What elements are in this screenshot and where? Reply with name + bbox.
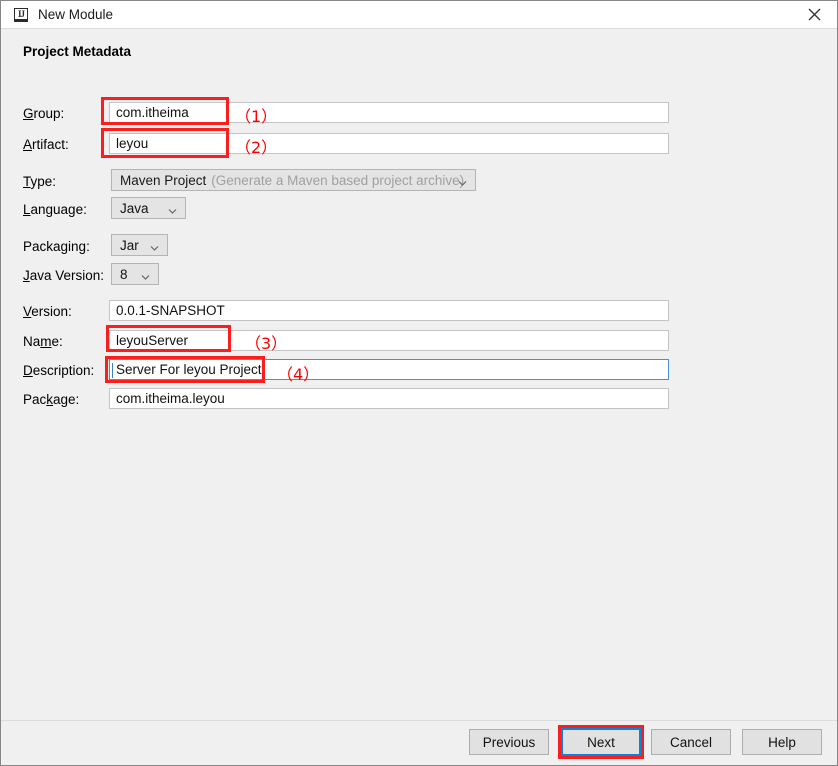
java-version-combo-value: 8	[120, 266, 128, 282]
page-title: Project Metadata	[23, 44, 132, 59]
packaging-combo[interactable]: Jar	[111, 234, 168, 256]
group-input[interactable]: com.itheima	[109, 102, 669, 123]
text-caret	[112, 363, 113, 378]
name-input[interactable]: leyouServer	[109, 330, 669, 351]
label-packaging: Packaging:	[23, 239, 90, 254]
type-combo-value: Maven Project	[120, 172, 207, 188]
close-icon[interactable]	[791, 1, 837, 28]
artifact-input[interactable]: leyou	[109, 133, 669, 154]
type-combo-hint: (Generate a Maven based project archive)	[211, 172, 465, 188]
packaging-combo-value: Jar	[120, 237, 139, 253]
previous-button[interactable]: Previous	[469, 729, 549, 755]
annotation-label-3: （3）	[245, 334, 288, 353]
package-input[interactable]: com.itheima.leyou	[109, 388, 669, 409]
dialog-footer: Previous Next Cancel Help	[1, 720, 837, 765]
version-input[interactable]: 0.0.1-SNAPSHOT	[109, 300, 669, 321]
label-version: Version:	[23, 304, 72, 319]
window-title: New Module	[38, 7, 114, 22]
title-bar: IJ New Module	[1, 1, 837, 28]
label-description: Description:	[23, 363, 95, 378]
annotation-label-2: （2）	[235, 138, 278, 157]
chevron-down-icon	[150, 241, 159, 251]
next-button[interactable]: Next	[562, 729, 640, 755]
language-combo[interactable]: Java	[111, 197, 186, 219]
description-input-value: Server For leyou Project	[116, 362, 262, 377]
chevron-down-icon	[141, 270, 150, 280]
label-group: Group:	[23, 106, 65, 121]
description-input[interactable]: Server For leyou Project	[109, 359, 669, 380]
cancel-button[interactable]: Cancel	[651, 729, 731, 755]
new-module-dialog: IJ New Module Project Metadata Group: co…	[0, 0, 838, 766]
chevron-down-icon	[168, 204, 177, 214]
label-java-version: Java Version:	[23, 268, 105, 283]
help-button[interactable]: Help	[742, 729, 822, 755]
label-language: Language:	[23, 202, 87, 217]
annotation-label-4: （4）	[277, 365, 320, 384]
label-type: Type:	[23, 174, 57, 189]
intellij-idea-icon: IJ	[13, 7, 29, 23]
label-artifact: Artifact:	[23, 137, 69, 152]
annotation-label-1: （1）	[235, 107, 278, 126]
dialog-content: Project Metadata Group: com.itheima Arti…	[1, 28, 837, 765]
language-combo-value: Java	[120, 200, 149, 216]
type-combo[interactable]: Maven Project (Generate a Maven based pr…	[111, 169, 476, 191]
label-package: Package:	[23, 392, 80, 407]
chevron-down-icon	[458, 176, 467, 186]
label-name: Name:	[23, 334, 63, 349]
java-version-combo[interactable]: 8	[111, 263, 159, 285]
